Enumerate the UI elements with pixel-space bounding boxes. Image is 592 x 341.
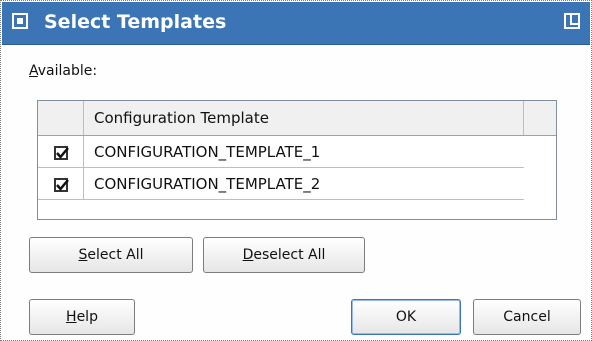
header-checkbox-column <box>38 101 84 135</box>
row-checkbox-cell <box>38 168 84 200</box>
cancel-label: Cancel <box>503 309 551 325</box>
checkmark-icon <box>56 147 69 159</box>
title-bar[interactable]: Select Templates <box>2 2 590 45</box>
select-all-button[interactable]: Select All <box>29 237 193 273</box>
window-menu-icon[interactable] <box>12 13 28 29</box>
row-checkbox-cell <box>38 136 84 168</box>
table-row[interactable]: CONFIGURATION_TEMPLATE_2 <box>38 168 524 200</box>
available-label-text: vailable: <box>37 63 98 79</box>
template-name: CONFIGURATION_TEMPLATE_2 <box>94 175 321 193</box>
templates-table: Configuration Template CONFIGURATION_TEM… <box>37 100 557 220</box>
checkmark-icon <box>56 179 69 191</box>
dialog-title: Select Templates <box>44 11 227 33</box>
deselect-all-mnemonic: D <box>242 247 254 263</box>
ok-button[interactable]: OK <box>351 299 461 335</box>
template-name: CONFIGURATION_TEMPLATE_1 <box>94 143 321 161</box>
ok-label: OK <box>395 309 417 325</box>
header-filler <box>524 101 556 135</box>
checkbox-checked-icon[interactable] <box>54 178 69 192</box>
table-row[interactable]: CONFIGURATION_TEMPLATE_1 <box>38 136 524 168</box>
available-label: Available: <box>29 63 97 79</box>
cancel-button[interactable]: Cancel <box>473 299 581 335</box>
help-mnemonic: H <box>66 309 77 325</box>
select-templates-dialog: Select Templates Available: Configuratio… <box>0 0 592 341</box>
available-mnemonic: A <box>29 63 38 79</box>
checkbox-checked-icon[interactable] <box>54 146 69 160</box>
header-configuration-template[interactable]: Configuration Template <box>84 101 524 135</box>
select-all-label: elect All <box>87 247 144 263</box>
maximize-icon[interactable] <box>564 13 580 29</box>
help-button[interactable]: Help <box>29 299 135 335</box>
help-label: elp <box>76 309 98 325</box>
deselect-all-button[interactable]: Deselect All <box>203 237 365 273</box>
deselect-all-label: eselect All <box>253 247 326 263</box>
table-header: Configuration Template <box>38 101 556 136</box>
